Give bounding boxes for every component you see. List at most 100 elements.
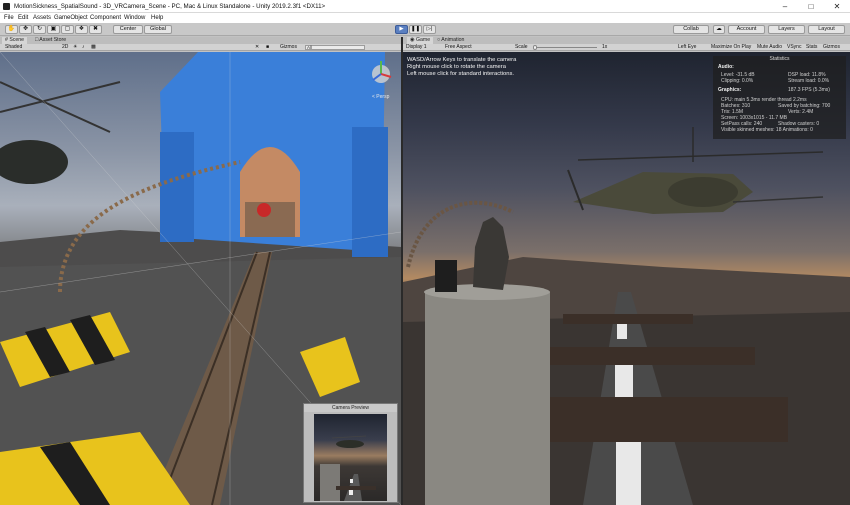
- scene-tab-bar: # Scene □ Asset Store: [0, 37, 401, 44]
- eye-dropdown[interactable]: Left Eye: [678, 44, 696, 51]
- scale-slider-thumb[interactable]: [533, 45, 537, 50]
- camera-preview-image: [314, 414, 387, 501]
- close-button[interactable]: ✕: [824, 0, 850, 13]
- menu-help[interactable]: Help: [151, 15, 163, 21]
- scale-slider-track: [533, 47, 597, 48]
- game-gizmos-dropdown[interactable]: Gizmos: [823, 44, 840, 51]
- move-tool-button[interactable]: ✥: [19, 25, 32, 34]
- camera-preview-title: Camera Preview: [304, 404, 397, 412]
- effects-icon[interactable]: ▩: [91, 44, 96, 51]
- game-viewport[interactable]: WASD/Arrow Keys to translate the camera …: [403, 52, 850, 505]
- mute-audio-toggle[interactable]: Mute Audio: [757, 44, 782, 51]
- camera-preview-window: Camera Preview: [303, 403, 398, 503]
- custom-tool-button[interactable]: ✖: [89, 25, 102, 34]
- road-lane-marking: [616, 442, 641, 505]
- controls-instruction-2: Right mouse click to rotate the camera: [407, 64, 506, 70]
- rotate-icon: ↻: [36, 26, 43, 32]
- pause-icon: ❚❚: [410, 26, 421, 32]
- play-button[interactable]: ▶: [395, 25, 408, 34]
- game-helicopter: [567, 127, 824, 214]
- game-control-bar: Display 1 Free Aspect Scale 1x Left Eye …: [403, 44, 850, 51]
- scene-search-placeholder: All: [307, 45, 313, 50]
- window-title: MotionSickness_SpatialSound - 3D_VRCamer…: [14, 3, 326, 10]
- lighting-icon[interactable]: ☀: [73, 44, 77, 51]
- audio-header: Audio:: [718, 64, 734, 70]
- graphics-header: Graphics:: [718, 87, 742, 93]
- cloud-button[interactable]: ☁: [713, 25, 725, 34]
- scale-label: Scale: [515, 44, 528, 50]
- aspect-dropdown[interactable]: Free Aspect: [445, 44, 472, 51]
- tools-icon: ✖: [92, 26, 99, 32]
- stone-pillar: [425, 292, 550, 505]
- step-button[interactable]: ▷|: [423, 25, 436, 34]
- tab-scene-label: Scene: [9, 37, 25, 43]
- menu-component[interactable]: Component: [90, 15, 121, 21]
- collab-button[interactable]: Collab: [673, 25, 709, 34]
- tab-scene[interactable]: # Scene: [2, 37, 28, 44]
- floating-platform-far: [563, 314, 693, 324]
- blue-pillar-right: [352, 127, 388, 257]
- minimize-button[interactable]: –: [772, 0, 798, 13]
- tab-asset-store-label: Asset Store: [39, 37, 67, 43]
- scale-slider[interactable]: [531, 44, 599, 51]
- scene-tab-icon: #: [5, 37, 8, 43]
- shading-mode-dropdown[interactable]: Shaded: [5, 44, 22, 51]
- scene-search-input[interactable]: All: [305, 45, 365, 50]
- transform-tool-button[interactable]: ❖: [75, 25, 88, 34]
- vsync-toggle[interactable]: VSync: [787, 44, 801, 51]
- menu-file[interactable]: File: [4, 15, 14, 21]
- rect-tool-button[interactable]: ▢: [61, 25, 74, 34]
- space-global-toggle[interactable]: Global: [144, 25, 172, 34]
- layers-dropdown[interactable]: Layers: [768, 25, 805, 34]
- cloud-icon: ☁: [716, 26, 722, 32]
- asset-store-icon: □: [35, 37, 39, 43]
- hand-icon: ✋: [7, 26, 16, 32]
- audio-icon[interactable]: ♪: [82, 44, 85, 51]
- persp-label[interactable]: < Persp: [372, 94, 389, 101]
- controls-instruction-3: Left mouse click for standard interactio…: [407, 71, 514, 77]
- account-dropdown[interactable]: Account: [728, 25, 765, 34]
- pause-button[interactable]: ❚❚: [409, 25, 422, 34]
- tab-game[interactable]: ◉ Game: [407, 37, 434, 44]
- camera-settings-icon[interactable]: ■: [266, 44, 269, 51]
- display-dropdown[interactable]: Display 1: [406, 44, 427, 51]
- floating-platform-mid: [535, 347, 755, 365]
- graphics-fps: 187.3 FPS (5.3ms): [788, 87, 830, 93]
- menu-edit[interactable]: Edit: [18, 15, 28, 21]
- menu-bar: File Edit Assets GameObject Component Wi…: [0, 13, 850, 23]
- space-label: Global: [150, 26, 166, 32]
- scene-viewport[interactable]: < Persp Camera Preview: [0, 52, 401, 505]
- audio-stream-load: Stream load: 0.0%: [788, 78, 830, 84]
- menu-gameobject[interactable]: GameObject: [54, 15, 88, 21]
- 2d-toggle[interactable]: 2D: [62, 44, 68, 51]
- scene-helicopter: [0, 140, 68, 184]
- hand-tool-button[interactable]: ✋: [5, 25, 18, 34]
- pivot-center-toggle[interactable]: Center: [113, 25, 143, 34]
- tab-animation[interactable]: ○ Animation: [434, 37, 467, 44]
- tab-game-label: Game: [415, 37, 431, 43]
- rect-icon: ▢: [64, 26, 71, 32]
- speaker-box: [435, 260, 457, 292]
- animation-icon: ○: [437, 37, 441, 43]
- stats-toggle[interactable]: Stats: [806, 44, 817, 51]
- account-label: Account: [736, 26, 757, 32]
- scene-gizmos-dropdown[interactable]: Gizmos: [280, 44, 297, 51]
- scale-tool-button[interactable]: ▣: [47, 25, 60, 34]
- rotate-tool-button[interactable]: ↻: [33, 25, 46, 34]
- move-icon: ✥: [22, 26, 29, 32]
- layers-label: Layers: [778, 26, 795, 32]
- maximize-on-play-toggle[interactable]: Maximize On Play: [711, 44, 751, 51]
- play-icon: ▶: [399, 26, 404, 32]
- scale-icon: ▣: [50, 26, 57, 32]
- statistics-panel: Statistics Audio: Level: -31.5 dB DSP lo…: [713, 56, 846, 139]
- title-bar: MotionSickness_SpatialSound - 3D_VRCamer…: [0, 0, 850, 13]
- layout-dropdown[interactable]: Layout: [808, 25, 845, 34]
- blue-pillar-left: [160, 132, 194, 242]
- controls-instruction-1: WASD/Arrow Keys to translate the camera: [407, 57, 517, 63]
- menu-window[interactable]: Window: [124, 15, 145, 21]
- menu-assets[interactable]: Assets: [33, 15, 51, 21]
- red-sphere: [257, 203, 271, 217]
- scene-tools-icon[interactable]: ✕: [255, 44, 259, 51]
- maximize-button[interactable]: □: [798, 0, 824, 13]
- tab-asset-store[interactable]: □ Asset Store: [32, 37, 69, 44]
